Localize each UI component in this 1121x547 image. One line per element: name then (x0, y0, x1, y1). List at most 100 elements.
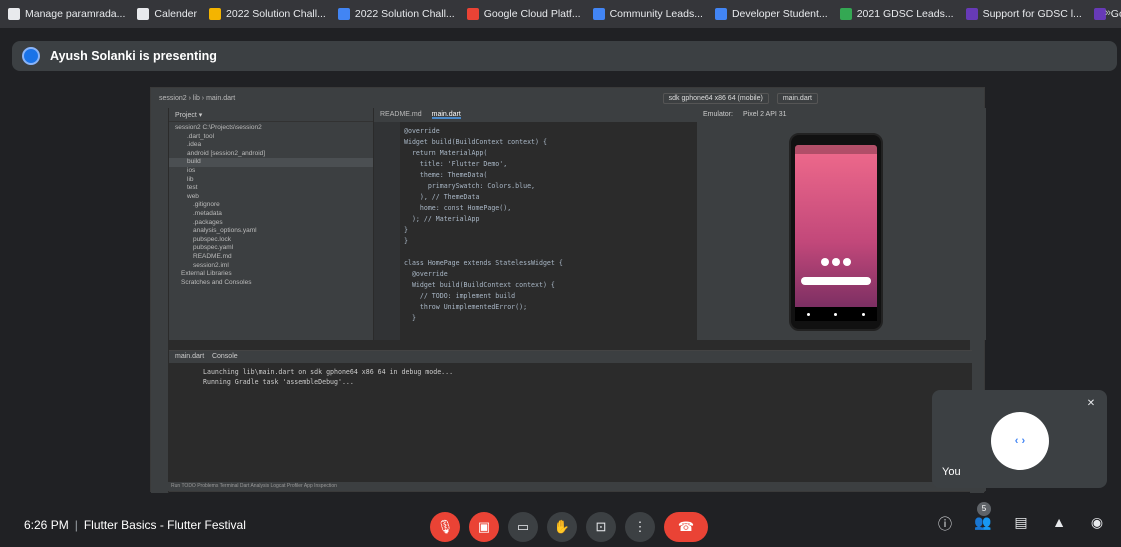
meeting-footer: 6:26 PM | Flutter Basics - Flutter Festiva… (0, 500, 1121, 547)
tree-item[interactable]: .packages (169, 219, 373, 228)
tree-item[interactable]: .dart_tool (169, 133, 373, 142)
run-tab: main.dart (175, 353, 205, 360)
bookmark-label: 2022 Solution Chall... (354, 8, 455, 20)
editor-tab[interactable]: main.dart (431, 111, 461, 119)
people-button[interactable]: 5 👥 (973, 502, 993, 534)
ide-toolbar: session2 › lib › main.dart sdk gphone64 … (151, 88, 984, 108)
bookmark-label: Community Leads... (609, 8, 703, 20)
tree-item[interactable]: ios (169, 167, 373, 176)
captions-icon: ▭ (516, 519, 530, 534)
code-line: Widget build(BuildContext context) { (404, 281, 555, 289)
meeting-info: 6:26 PM | Flutter Basics - Flutter Festiva… (24, 518, 246, 532)
bookmark-label: Manage paramrada... (25, 8, 126, 20)
presenter-avatar (22, 47, 40, 65)
more-vert-icon: ⋮ (633, 519, 647, 534)
camera-toggle-button[interactable]: ▣ (469, 512, 499, 542)
bookmark-item[interactable]: 2022 Solution Chall... (337, 8, 455, 20)
meeting-time: 6:26 PM (24, 518, 69, 532)
notion-icon (137, 8, 150, 20)
tree-item[interactable]: .idea (169, 141, 373, 150)
tree-item[interactable]: Scratches and Consoles (169, 279, 373, 288)
mic-toggle-button[interactable]: 🎙 (430, 512, 460, 542)
tree-item[interactable]: pubspec.lock (169, 236, 373, 245)
tree-item[interactable]: build (169, 158, 373, 167)
tree-item[interactable]: android [session2_android] (169, 150, 373, 159)
self-video-tile[interactable]: ✕ ‹ › You (932, 390, 1107, 488)
mic-off-icon: 🎙 (436, 519, 454, 534)
host-controls-button[interactable]: ◉ (1087, 514, 1107, 534)
console-output: Launching lib\main.dart on sdk gphone64 … (169, 363, 972, 387)
bookmark-label: 2021 GDSC Leads... (856, 8, 954, 20)
more-options-button[interactable]: ⋮ (625, 512, 655, 542)
bookmark-label: Google Cloud Platf... (483, 8, 581, 20)
camera-off-icon: ▣ (477, 519, 491, 534)
code-line: } (404, 314, 416, 322)
phone-nav-bar (795, 307, 877, 321)
tree-item[interactable]: test (169, 184, 373, 193)
github-icon (8, 8, 20, 20)
ide-breadcrumb: session2 › lib › main.dart (159, 94, 236, 102)
tree-item[interactable]: pubspec.yaml (169, 244, 373, 253)
code-line: primarySwatch: Colors.blue, (404, 182, 536, 190)
phone-status-bar (795, 145, 877, 154)
forms-icon (965, 8, 978, 20)
globe-icon (839, 8, 852, 20)
tree-item[interactable]: .metadata (169, 210, 373, 219)
editor-tab[interactable]: README.md (380, 111, 422, 119)
bookmark-label: Developer Student... (731, 8, 828, 20)
leave-call-button[interactable]: ☎ (664, 512, 708, 542)
phone-frame (789, 133, 883, 331)
shared-screen: session2 › lib › main.dart sdk gphone64 … (150, 87, 986, 493)
presenter-text: Ayush Solanki is presenting (50, 49, 217, 63)
mic-off-icon[interactable]: ✕ (1083, 398, 1099, 414)
code-line: } (404, 226, 408, 234)
chat-button[interactable]: ▤ (1011, 514, 1031, 534)
captions-button[interactable]: ▭ (508, 512, 538, 542)
present-icon: ⊡ (595, 519, 607, 534)
tree-item[interactable]: session2 C:\Projects\session2 (169, 124, 373, 133)
editor-tabs: README.md main.dart (374, 108, 697, 122)
raise-hand-button[interactable]: ✋ (547, 512, 577, 542)
code-text: @override Widget build(BuildContext conte… (374, 122, 697, 324)
activities-button[interactable]: ▲ (1049, 514, 1069, 534)
tree-item[interactable]: web (169, 193, 373, 202)
participants-count-badge: 5 (977, 502, 991, 516)
end-call-icon: ☎ (677, 519, 695, 534)
tree-item[interactable]: README.md (169, 253, 373, 262)
code-editor: README.md main.dart @override Widget build… (374, 108, 697, 340)
present-button[interactable]: ⊡ (586, 512, 616, 542)
code-line: @override (404, 270, 448, 278)
bookmark-item[interactable]: Support for GDSC l... (965, 8, 1082, 20)
bookmark-item[interactable]: 2021 GDSC Leads... (839, 8, 954, 20)
bookmark-label: Google Developer... (1110, 8, 1121, 20)
bookmarks-more-button[interactable]: » (1105, 7, 1111, 19)
project-tree: session2 C:\Projects\session2 .dart_tool.… (169, 122, 373, 289)
device-selector: sdk gphone64 x86 64 (mobile) (662, 92, 769, 104)
code-line: Widget build(BuildContext context) { (404, 138, 547, 146)
tree-item[interactable]: analysis_options.yaml (169, 227, 373, 236)
bookmark-label: Calender (154, 8, 198, 20)
tree-item[interactable]: lib (169, 176, 373, 185)
bookmark-item[interactable]: Community Leads... (592, 8, 703, 20)
bookmark-item[interactable]: Manage paramrada... (8, 8, 125, 20)
code-line: ); // MaterialApp (404, 215, 480, 223)
code-line: @override (404, 127, 440, 135)
phone-dock (821, 258, 851, 268)
hand-icon: ✋ (553, 519, 571, 534)
bookmark-item[interactable]: Google Cloud Platf... (466, 8, 581, 20)
console-tab: Console (211, 353, 238, 360)
bookmark-item[interactable]: 2022 Solution Chall... (209, 8, 326, 20)
self-label: You (942, 466, 961, 478)
bookmark-item[interactable]: Developer Student... (714, 8, 828, 20)
gdsc-logo-avatar: ‹ › (991, 412, 1049, 470)
people-icon: 👥 (974, 514, 992, 530)
tree-item[interactable]: External Libraries (169, 270, 373, 279)
meeting-details-button[interactable]: ⓘ (935, 514, 955, 534)
tree-item[interactable]: .gitignore (169, 201, 373, 210)
emulator-header: Emulator: (703, 111, 733, 118)
tree-item[interactable]: session2.iml (169, 262, 373, 271)
code-line: theme: ThemeData( (404, 171, 488, 179)
bookmarks-bar: Manage paramrada... Calender 2022 Solution… (0, 0, 1121, 28)
bookmark-item[interactable]: Calender (137, 8, 197, 20)
